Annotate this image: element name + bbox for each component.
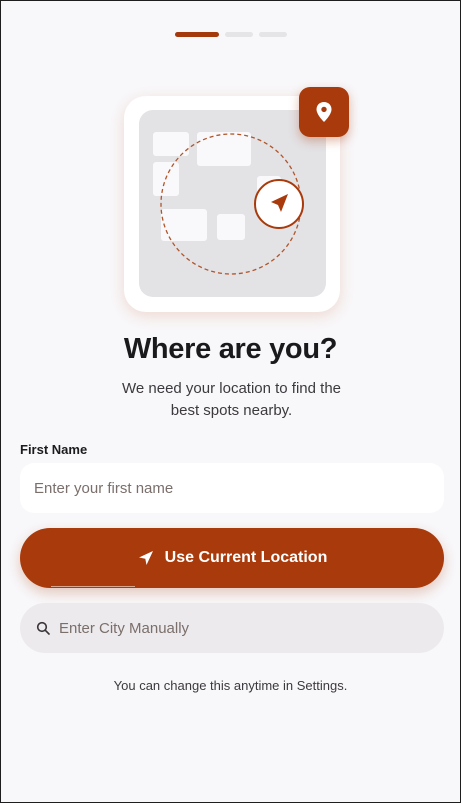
location-arrow-icon [254, 179, 304, 229]
city-search-input[interactable]: Enter City Manually [20, 603, 444, 653]
use-current-location-label: Use Current Location [164, 549, 328, 566]
city-search-placeholder: Enter City Manually [59, 619, 190, 637]
search-icon [36, 621, 50, 635]
progress-step-3 [258, 32, 287, 37]
page-title: Where are you? [123, 333, 338, 365]
page-subtitle: We need your location to find the best s… [121, 380, 342, 419]
first-name-placeholder: Enter your first name [34, 479, 174, 497]
step-progress [1, 32, 460, 37]
map-pin-badge [299, 87, 349, 137]
location-arrow-icon [138, 551, 153, 565]
progress-step-2 [224, 32, 253, 37]
settings-note: You can change this anytime in Settings. [113, 678, 348, 693]
progress-step-1 [174, 32, 219, 37]
map-pin-icon [316, 102, 332, 122]
onboarding-screen: Where are you? We need your location to … [0, 0, 461, 803]
first-name-label: First Name [20, 442, 88, 457]
first-name-field[interactable]: Enter your first name [20, 463, 444, 513]
use-current-location-button[interactable]: Use Current Location [20, 528, 444, 588]
button-underline-mark [51, 586, 135, 587]
